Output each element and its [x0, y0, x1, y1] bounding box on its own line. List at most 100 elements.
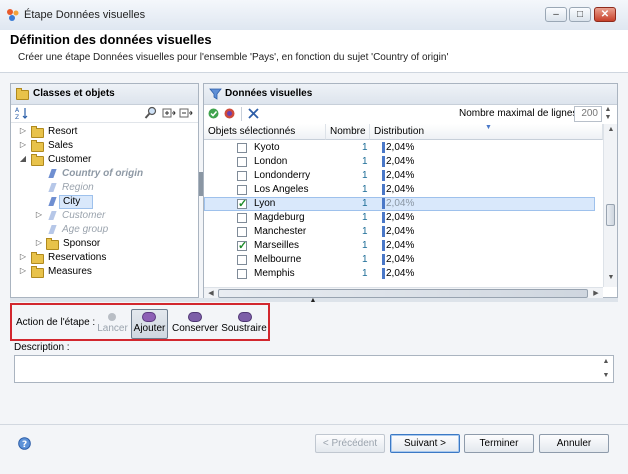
folder-icon	[16, 88, 29, 100]
row-checkbox[interactable]	[237, 239, 247, 252]
column-header-objects[interactable]: Objets sélectionnés	[204, 124, 326, 140]
sort-az-icon[interactable]: AZ	[15, 106, 29, 120]
svg-text:?: ?	[22, 440, 27, 450]
table-row[interactable]: Marseilles 1 2,04%	[204, 239, 595, 253]
row-count: 1	[362, 254, 368, 265]
table-row[interactable]: Lyon 1 2,04%	[204, 197, 595, 211]
window-title: Étape Données visuelles	[24, 9, 146, 21]
tree-item-sponsor[interactable]: ▷ Sponsor	[11, 237, 201, 251]
distribution-bar	[382, 240, 385, 251]
scroll-up-icon[interactable]: ▲	[605, 126, 617, 133]
close-button[interactable]: ✕	[594, 7, 616, 22]
spin-down-icon[interactable]: ▼	[603, 114, 613, 122]
add-button[interactable]: Ajouter	[131, 309, 168, 339]
tree-item-customer[interactable]: ◢ Customer	[11, 153, 201, 167]
subtract-button[interactable]: Soustraire	[220, 309, 268, 339]
scroll-right-icon[interactable]: ▶	[591, 289, 601, 297]
tree-item-label: Country of origin	[62, 168, 144, 179]
tree-item-customer-dimension[interactable]: ▷ Customer	[11, 209, 201, 223]
splitter-arrow-icon[interactable]: ▲	[306, 297, 320, 304]
distribution-bar	[382, 142, 385, 153]
tree-item-label: Sponsor	[63, 238, 101, 249]
cancel-button[interactable]: Annuler	[539, 434, 609, 453]
subtract-label: Soustraire	[221, 323, 267, 334]
tree-item-resort[interactable]: ▷ Resort	[11, 125, 201, 139]
tree-item-measures[interactable]: ▷ Measures	[11, 265, 201, 279]
column-header-count[interactable]: Nombre	[326, 124, 370, 140]
tree-item-sales[interactable]: ▷ Sales	[11, 139, 201, 153]
refresh-add-icon[interactable]	[207, 107, 220, 120]
max-rows-input[interactable]: 200	[574, 106, 602, 122]
scroll-down-icon[interactable]: ▼	[605, 274, 617, 281]
clear-icon[interactable]	[247, 107, 260, 120]
spin-up-icon[interactable]: ▲	[603, 106, 613, 114]
row-checkbox[interactable]	[237, 269, 247, 279]
distribution-bar	[382, 156, 385, 167]
expand-icon[interactable]: ▷	[18, 126, 28, 135]
scroll-thumb[interactable]	[218, 289, 588, 298]
minimize-button[interactable]: –	[545, 7, 567, 22]
expand-icon[interactable]: ▷	[34, 238, 44, 247]
maximize-button[interactable]: □	[569, 7, 591, 22]
tree-item-label: Customer	[48, 154, 92, 165]
row-count: 1	[362, 156, 368, 167]
expand-icon[interactable]: ▷	[18, 252, 28, 261]
tree-item-country-of-origin[interactable]: Country of origin	[11, 167, 201, 181]
row-checkbox[interactable]	[237, 157, 247, 167]
dimension-icon	[48, 183, 57, 192]
row-distribution: 2,04%	[386, 212, 415, 223]
table-vertical-scrollbar[interactable]: ▲ ▼	[603, 124, 617, 287]
row-checkbox[interactable]	[237, 255, 247, 265]
dimension-icon	[48, 211, 57, 220]
finish-button[interactable]: Terminer	[464, 434, 534, 453]
dimension-icon	[48, 169, 57, 178]
table-row[interactable]: Memphis 1 2,04%	[204, 267, 595, 281]
row-checkbox[interactable]	[237, 143, 247, 153]
tree-item-reservations[interactable]: ▷ Reservations	[11, 251, 201, 265]
table-row[interactable]: Magdeburg 1 2,04%	[204, 211, 595, 225]
keep-icon	[189, 313, 201, 321]
description-label: Description :	[14, 342, 70, 353]
next-button[interactable]: Suivant >	[390, 434, 460, 453]
row-object-name: Kyoto	[254, 142, 280, 153]
row-checkbox[interactable]	[237, 171, 247, 181]
scroll-thumb[interactable]	[606, 204, 615, 226]
expand-icon[interactable]: ▷	[18, 140, 28, 149]
expand-all-icon[interactable]	[162, 106, 176, 120]
tree-item-age-group[interactable]: Age group	[11, 223, 201, 237]
expand-icon[interactable]: ▷	[34, 210, 44, 219]
visual-data-panel: Données visuelles Nombre maximal de lign…	[203, 83, 618, 299]
scroll-up-icon[interactable]: ▲	[601, 358, 611, 365]
expand-icon[interactable]: ▷	[18, 266, 28, 275]
keep-button[interactable]: Conserver	[171, 309, 218, 339]
folder-icon	[31, 140, 44, 152]
refresh-remove-icon[interactable]	[223, 107, 236, 120]
step-action-group: Action de l'étape : Lancer Ajouter Conse…	[10, 303, 270, 341]
row-checkbox[interactable]	[237, 185, 247, 195]
find-icon[interactable]	[144, 106, 158, 120]
description-input[interactable]: ▲ ▼	[14, 355, 614, 383]
collapse-icon[interactable]: ◢	[18, 154, 28, 163]
table-row[interactable]: Melbourne 1 2,04%	[204, 253, 595, 267]
run-button[interactable]: Lancer	[94, 309, 131, 339]
row-checkbox[interactable]	[237, 197, 247, 210]
table-row[interactable]: Londonderry 1 2,04%	[204, 169, 595, 183]
row-count: 1	[362, 212, 368, 223]
scroll-down-icon[interactable]: ▼	[601, 372, 611, 379]
tree-item-region[interactable]: Region	[11, 181, 201, 195]
table-row[interactable]: Kyoto 1 2,04%	[204, 141, 595, 155]
previous-button[interactable]: < Précédent	[315, 434, 385, 453]
object-tree: ▷ Resort ▷ Sales ◢ Customer Country of o…	[11, 125, 198, 297]
tree-item-city[interactable]: City	[11, 195, 201, 209]
row-count: 1	[362, 142, 368, 153]
scroll-left-icon[interactable]: ◀	[206, 289, 216, 297]
row-checkbox[interactable]	[237, 213, 247, 223]
row-distribution: 2,04%	[386, 240, 415, 251]
help-icon[interactable]: ?	[18, 437, 31, 450]
table-row[interactable]: Los Angeles 1 2,04%	[204, 183, 595, 197]
table-row[interactable]: London 1 2,04%	[204, 155, 595, 169]
table-row[interactable]: Manchester 1 2,04%	[204, 225, 595, 239]
collapse-all-icon[interactable]	[179, 106, 193, 120]
row-object-name: Memphis	[254, 268, 295, 279]
row-checkbox[interactable]	[237, 227, 247, 237]
